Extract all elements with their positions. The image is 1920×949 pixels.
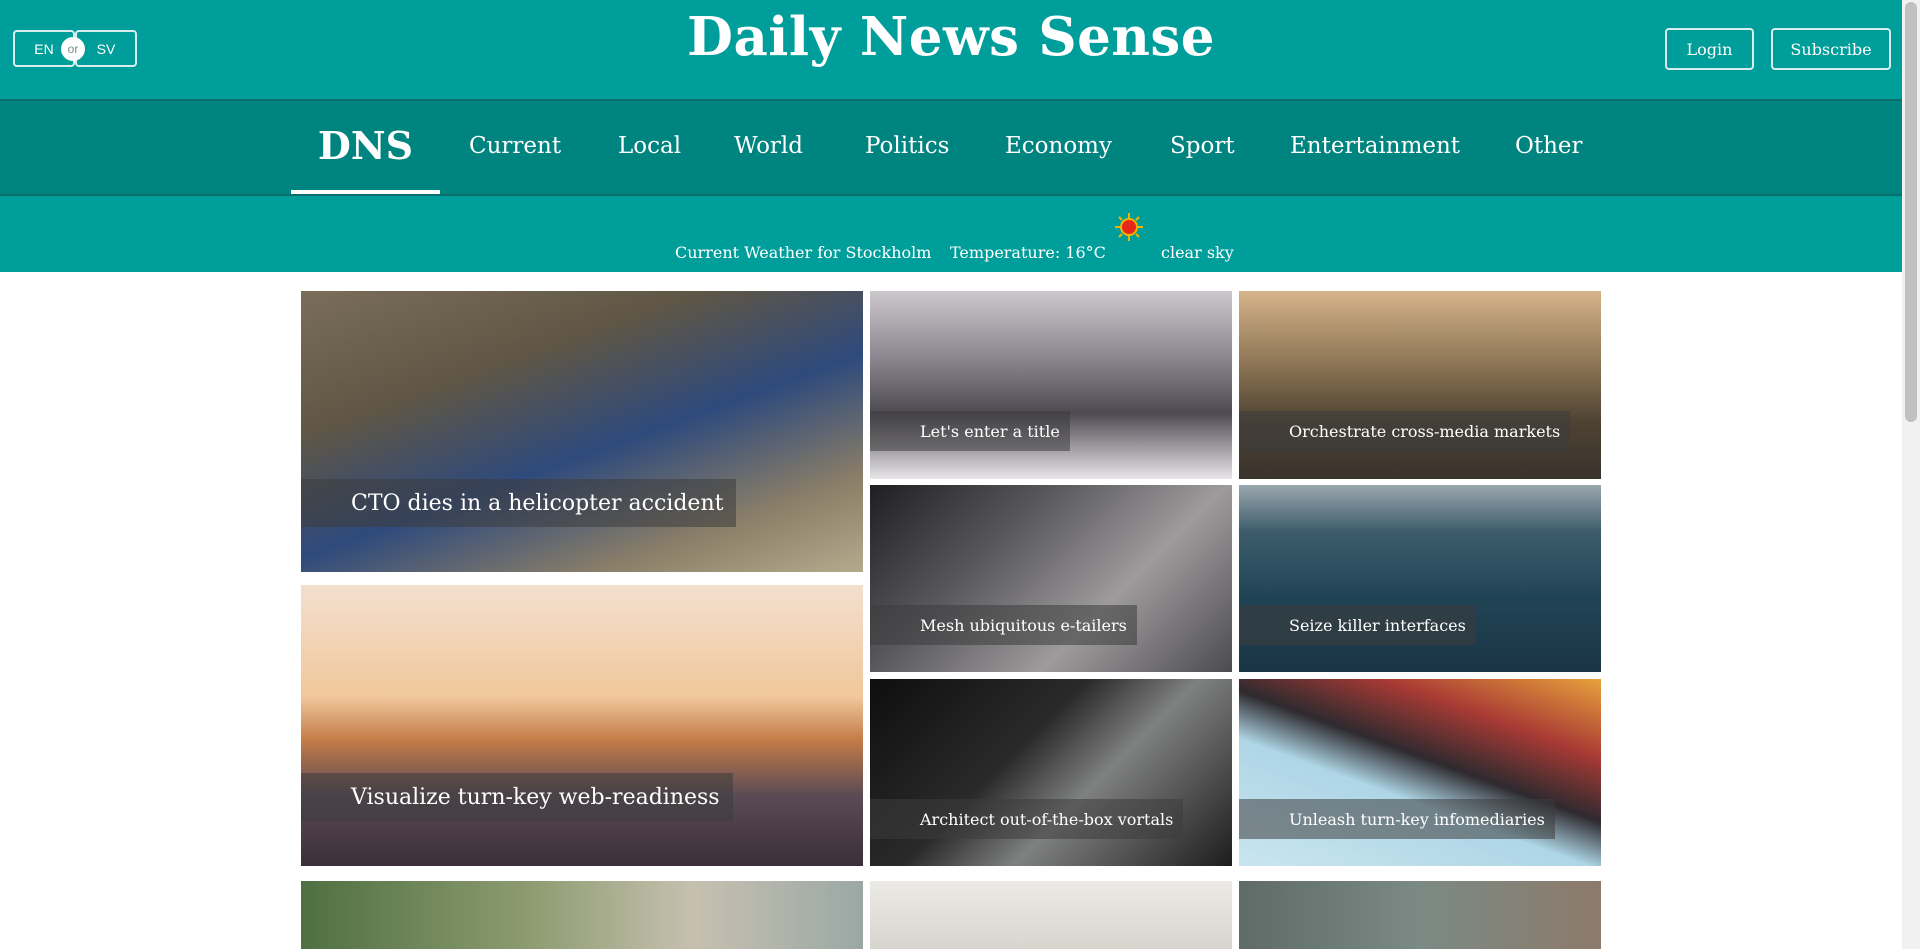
nav-item-world[interactable]: World (734, 133, 803, 159)
article-title[interactable]: Mesh ubiquitous e-tailers (870, 605, 1137, 645)
article-tile[interactable] (870, 881, 1232, 949)
article-tile[interactable]: Architect out-of-the-box vortals (870, 679, 1232, 866)
weather-condition: clear sky (1161, 243, 1234, 262)
article-tile[interactable]: Let's enter a title (870, 291, 1232, 479)
article-title[interactable]: Let's enter a title (870, 411, 1070, 451)
nav-item-current[interactable]: Current (469, 133, 561, 159)
article-title[interactable]: Architect out-of-the-box vortals (870, 799, 1184, 839)
article-tile[interactable]: Orchestrate cross-media markets (1239, 291, 1601, 479)
top-header: EN SV or Daily News Sense Login Subscrib… (0, 0, 1902, 99)
nav-item-politics[interactable]: Politics (865, 133, 949, 159)
scrollbar-thumb[interactable] (1905, 2, 1917, 422)
nav-item-local[interactable]: Local (618, 133, 681, 159)
article-tile[interactable]: Visualize turn-key web-readiness (301, 585, 863, 866)
nav-home-logo[interactable]: DNS (291, 101, 440, 194)
article-title[interactable]: Orchestrate cross-media markets (1239, 411, 1571, 451)
weather-location: Current Weather for Stockholm (675, 243, 932, 262)
article-tile[interactable]: Unleash turn-key infomediaries (1239, 679, 1601, 866)
article-title[interactable]: Visualize turn-key web-readiness (301, 773, 733, 821)
page-scrollbar[interactable] (1902, 0, 1920, 949)
article-title[interactable]: Unleash turn-key infomediaries (1239, 799, 1555, 839)
article-tile[interactable] (301, 881, 863, 949)
sun-icon (1115, 213, 1143, 241)
weather-temperature: Temperature: 16°C (950, 243, 1106, 262)
article-tile[interactable] (1239, 881, 1601, 949)
article-title[interactable]: CTO dies in a helicopter accident (301, 479, 737, 527)
article-tile[interactable]: Seize killer interfaces (1239, 485, 1601, 672)
site-logo[interactable]: Daily News Sense (0, 6, 1902, 68)
subscribe-button[interactable]: Subscribe (1771, 28, 1891, 70)
article-tile[interactable]: CTO dies in a helicopter accident (301, 291, 863, 572)
nav-item-economy[interactable]: Economy (1005, 133, 1112, 159)
main-nav: DNS Current Local World Politics Economy… (0, 99, 1902, 196)
article-tile[interactable]: Mesh ubiquitous e-tailers (870, 485, 1232, 672)
nav-item-entertainment[interactable]: Entertainment (1290, 133, 1460, 159)
weather-bar: Current Weather for Stockholm Temperatur… (0, 196, 1902, 272)
article-title[interactable]: Seize killer interfaces (1239, 605, 1476, 645)
nav-item-sport[interactable]: Sport (1170, 133, 1235, 159)
login-button[interactable]: Login (1665, 28, 1754, 70)
nav-item-other[interactable]: Other (1515, 133, 1583, 159)
